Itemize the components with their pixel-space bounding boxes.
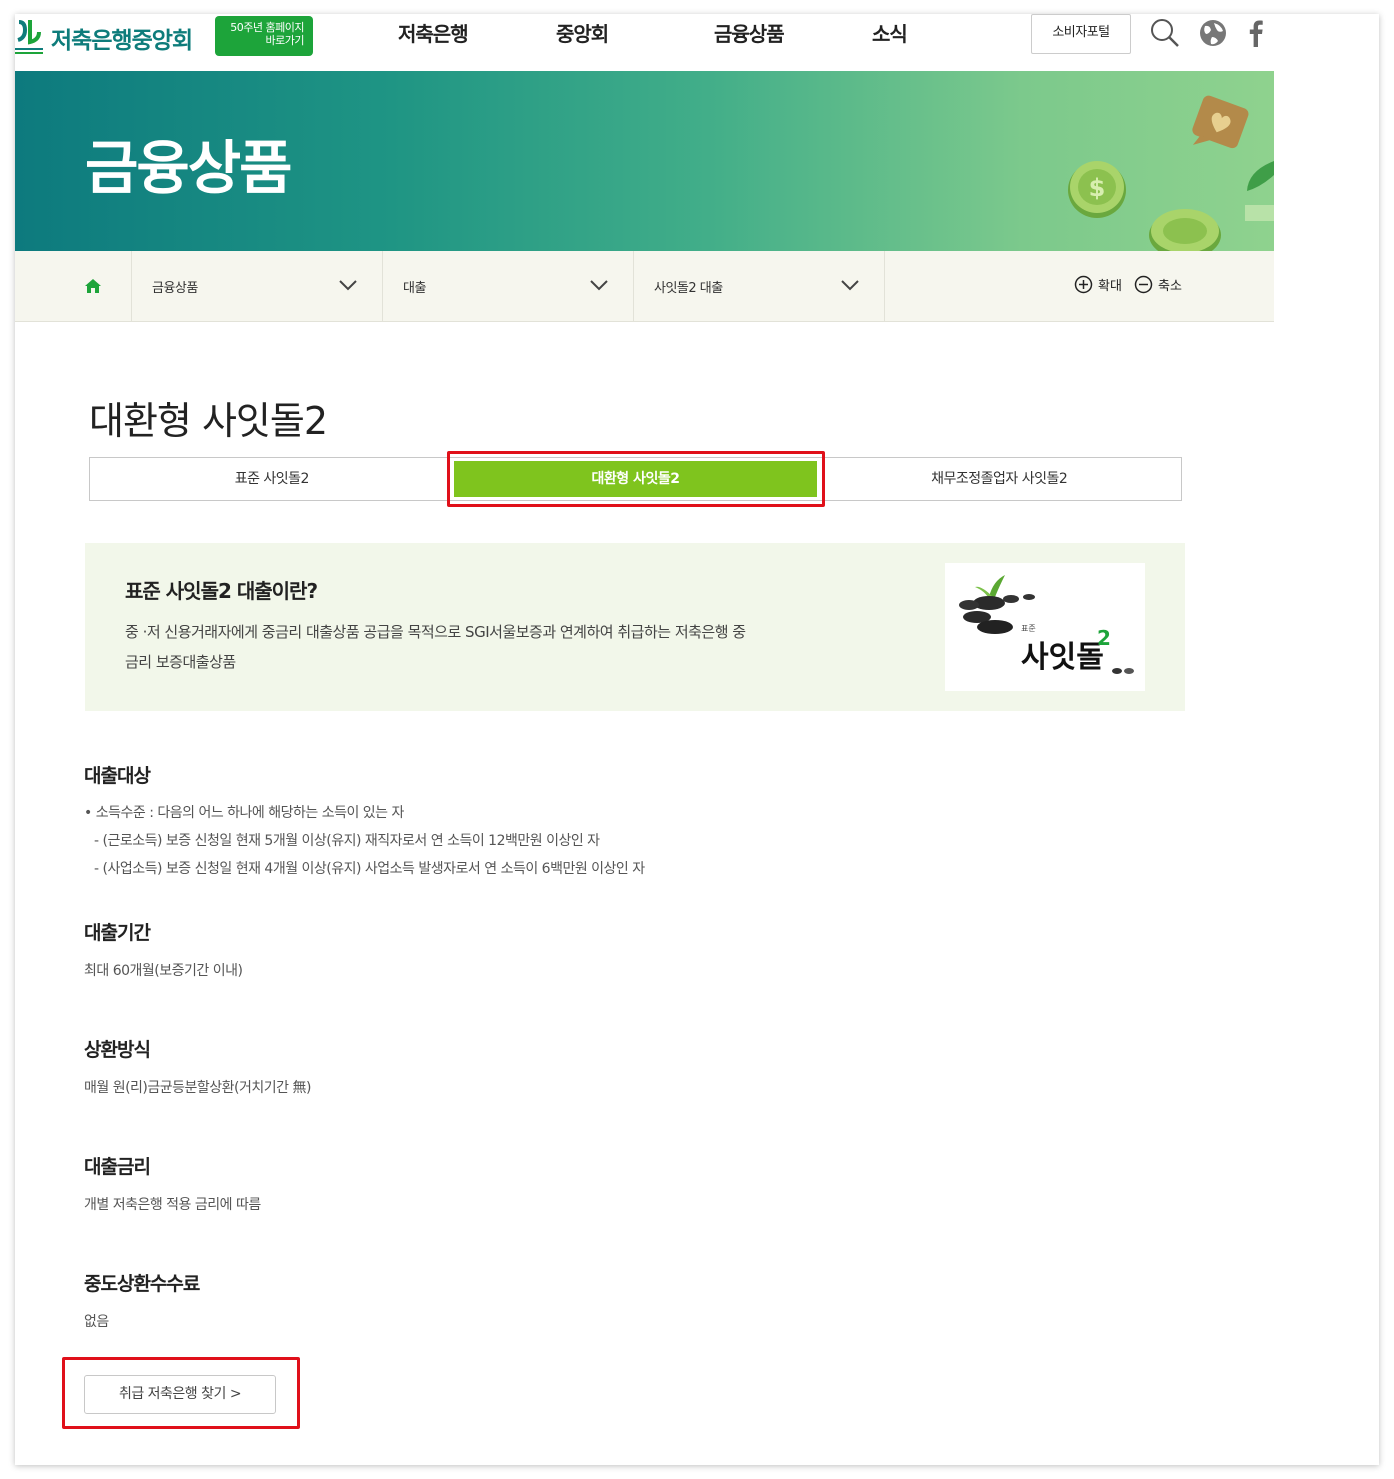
logo-text: 저축은행중앙회: [51, 28, 193, 54]
zoom-out-label: 축소: [1158, 279, 1182, 294]
location-select-label: 사잇돌2 대출: [654, 281, 723, 296]
anniversary-line1: 50주년 홈페이지: [230, 21, 304, 34]
location-select-product[interactable]: 사잇돌2 대출: [634, 251, 885, 321]
globe-icon[interactable]: [1197, 17, 1229, 49]
chevron-down-icon: [840, 277, 860, 293]
product-intro-box: 표준 사잇돌2 대출이란? 중 ·저 신용거래자에게 중금리 대출상품 공급을 …: [85, 543, 1185, 711]
fsb-logo-icon: [15, 18, 43, 58]
site-header: 저축은행중앙회 50주년 홈페이지 바로가기 저축은행 중앙회 금융상품 소식 …: [15, 14, 1379, 71]
target-bullet: • 소득수준 : 다음의 어느 하나에 해당하는 소득이 있는 자: [84, 805, 405, 821]
section-title-period: 대출기간: [84, 922, 151, 944]
heart-speech-bubble-icon: [1185, 91, 1255, 165]
site-logo[interactable]: 저축은행중앙회: [15, 16, 193, 60]
tab-debt-adjustment-saitdol2[interactable]: 채무조정졸업자 사잇돌2: [817, 458, 1181, 500]
intro-title: 표준 사잇돌2 대출이란?: [125, 579, 318, 603]
target-bullet-text: 소득수준 : 다음의 어느 하나에 해당하는 소득이 있는 자: [95, 805, 405, 821]
facebook-icon[interactable]: [1240, 17, 1272, 49]
section-title-rate: 대출금리: [84, 1156, 151, 1178]
home-button[interactable]: [15, 251, 132, 321]
search-icon[interactable]: [1149, 17, 1181, 49]
minus-circle-icon: [1134, 275, 1153, 294]
page-banner: 금융상품 $: [15, 71, 1274, 251]
main-nav: 저축은행 중앙회 금융상품 소식: [398, 18, 1030, 47]
zoom-in-label: 확대: [1098, 279, 1122, 294]
page-title: 대환형 사잇돌2: [89, 399, 328, 443]
nav-item-financial-products[interactable]: 금융상품: [714, 18, 872, 47]
highlight-box: [447, 451, 825, 507]
location-select-label: 금융상품: [152, 281, 198, 296]
nav-item-news[interactable]: 소식: [872, 18, 1030, 47]
location-select-label: 대출: [403, 281, 426, 296]
location-select-category[interactable]: 금융상품: [132, 251, 383, 321]
prepayment-fee-text: 없음: [84, 1314, 109, 1330]
rate-text: 개별 저축은행 적용 금리에 따름: [84, 1197, 261, 1213]
image-brand-superscript: 2: [1097, 626, 1111, 650]
consumer-portal-button[interactable]: 소비자포털: [1031, 14, 1131, 54]
intro-description: 중 ·저 신용거래자에게 중금리 대출상품 공급을 목적으로 SGI서울보증과 …: [125, 617, 865, 677]
location-select-subcategory[interactable]: 대출: [383, 251, 634, 321]
highlight-box: [62, 1357, 300, 1429]
leaf-icon: [1243, 161, 1274, 225]
chevron-down-icon: [338, 277, 358, 293]
image-brand-text: 사잇돌: [1021, 640, 1104, 675]
nav-item-federation[interactable]: 중앙회: [556, 18, 714, 47]
coin-icon: $: [1065, 156, 1129, 224]
home-icon: [84, 278, 102, 298]
svg-text:$: $: [1089, 174, 1106, 202]
zoom-out-button[interactable]: 축소: [1134, 275, 1182, 294]
nav-item-savings-bank[interactable]: 저축은행: [398, 18, 556, 47]
plus-circle-icon: [1074, 275, 1093, 294]
image-label-standard: 표준: [1021, 624, 1036, 633]
anniversary-line2: 바로가기: [265, 34, 305, 47]
intro-description-line: 중 ·저 신용거래자에게 중금리 대출상품 공급을 목적으로 SGI서울보증과 …: [125, 623, 746, 641]
repayment-text: 매월 원(리)금균등분할상환(거치기간 無): [84, 1080, 311, 1096]
location-bar: 금융상품 대출 사잇돌2 대출 확대 축소: [15, 251, 1274, 322]
banner-title: 금융상품: [85, 134, 292, 202]
anniversary-homepage-button[interactable]: 50주년 홈페이지 바로가기: [215, 16, 313, 56]
coin-icon: [1145, 201, 1225, 251]
section-title-target: 대출대상: [84, 765, 151, 787]
chevron-down-icon: [589, 277, 609, 293]
period-text: 최대 60개월(보증기간 이내): [84, 963, 243, 979]
target-sub-item: - (근로소득) 보증 신청일 현재 5개월 이상(유지) 재직자로서 연 소득…: [94, 833, 600, 849]
tab-standard-saitdol2[interactable]: 표준 사잇돌2: [90, 458, 454, 500]
intro-description-line: 금리 보증대출상품: [125, 653, 236, 671]
zoom-in-button[interactable]: 확대: [1074, 275, 1122, 294]
section-title-repayment: 상환방식: [84, 1039, 151, 1061]
browser-frame: 저축은행중앙회 50주년 홈페이지 바로가기 저축은행 중앙회 금융상품 소식 …: [15, 14, 1379, 1465]
section-title-prepayment-fee: 중도상환수수료: [84, 1273, 200, 1295]
target-sub-item: - (사업소득) 보증 신청일 현재 4개월 이상(유지) 사업소득 발생자로서…: [94, 861, 645, 877]
saitdol-logo-image: 표준 사잇돌 2: [945, 563, 1145, 691]
